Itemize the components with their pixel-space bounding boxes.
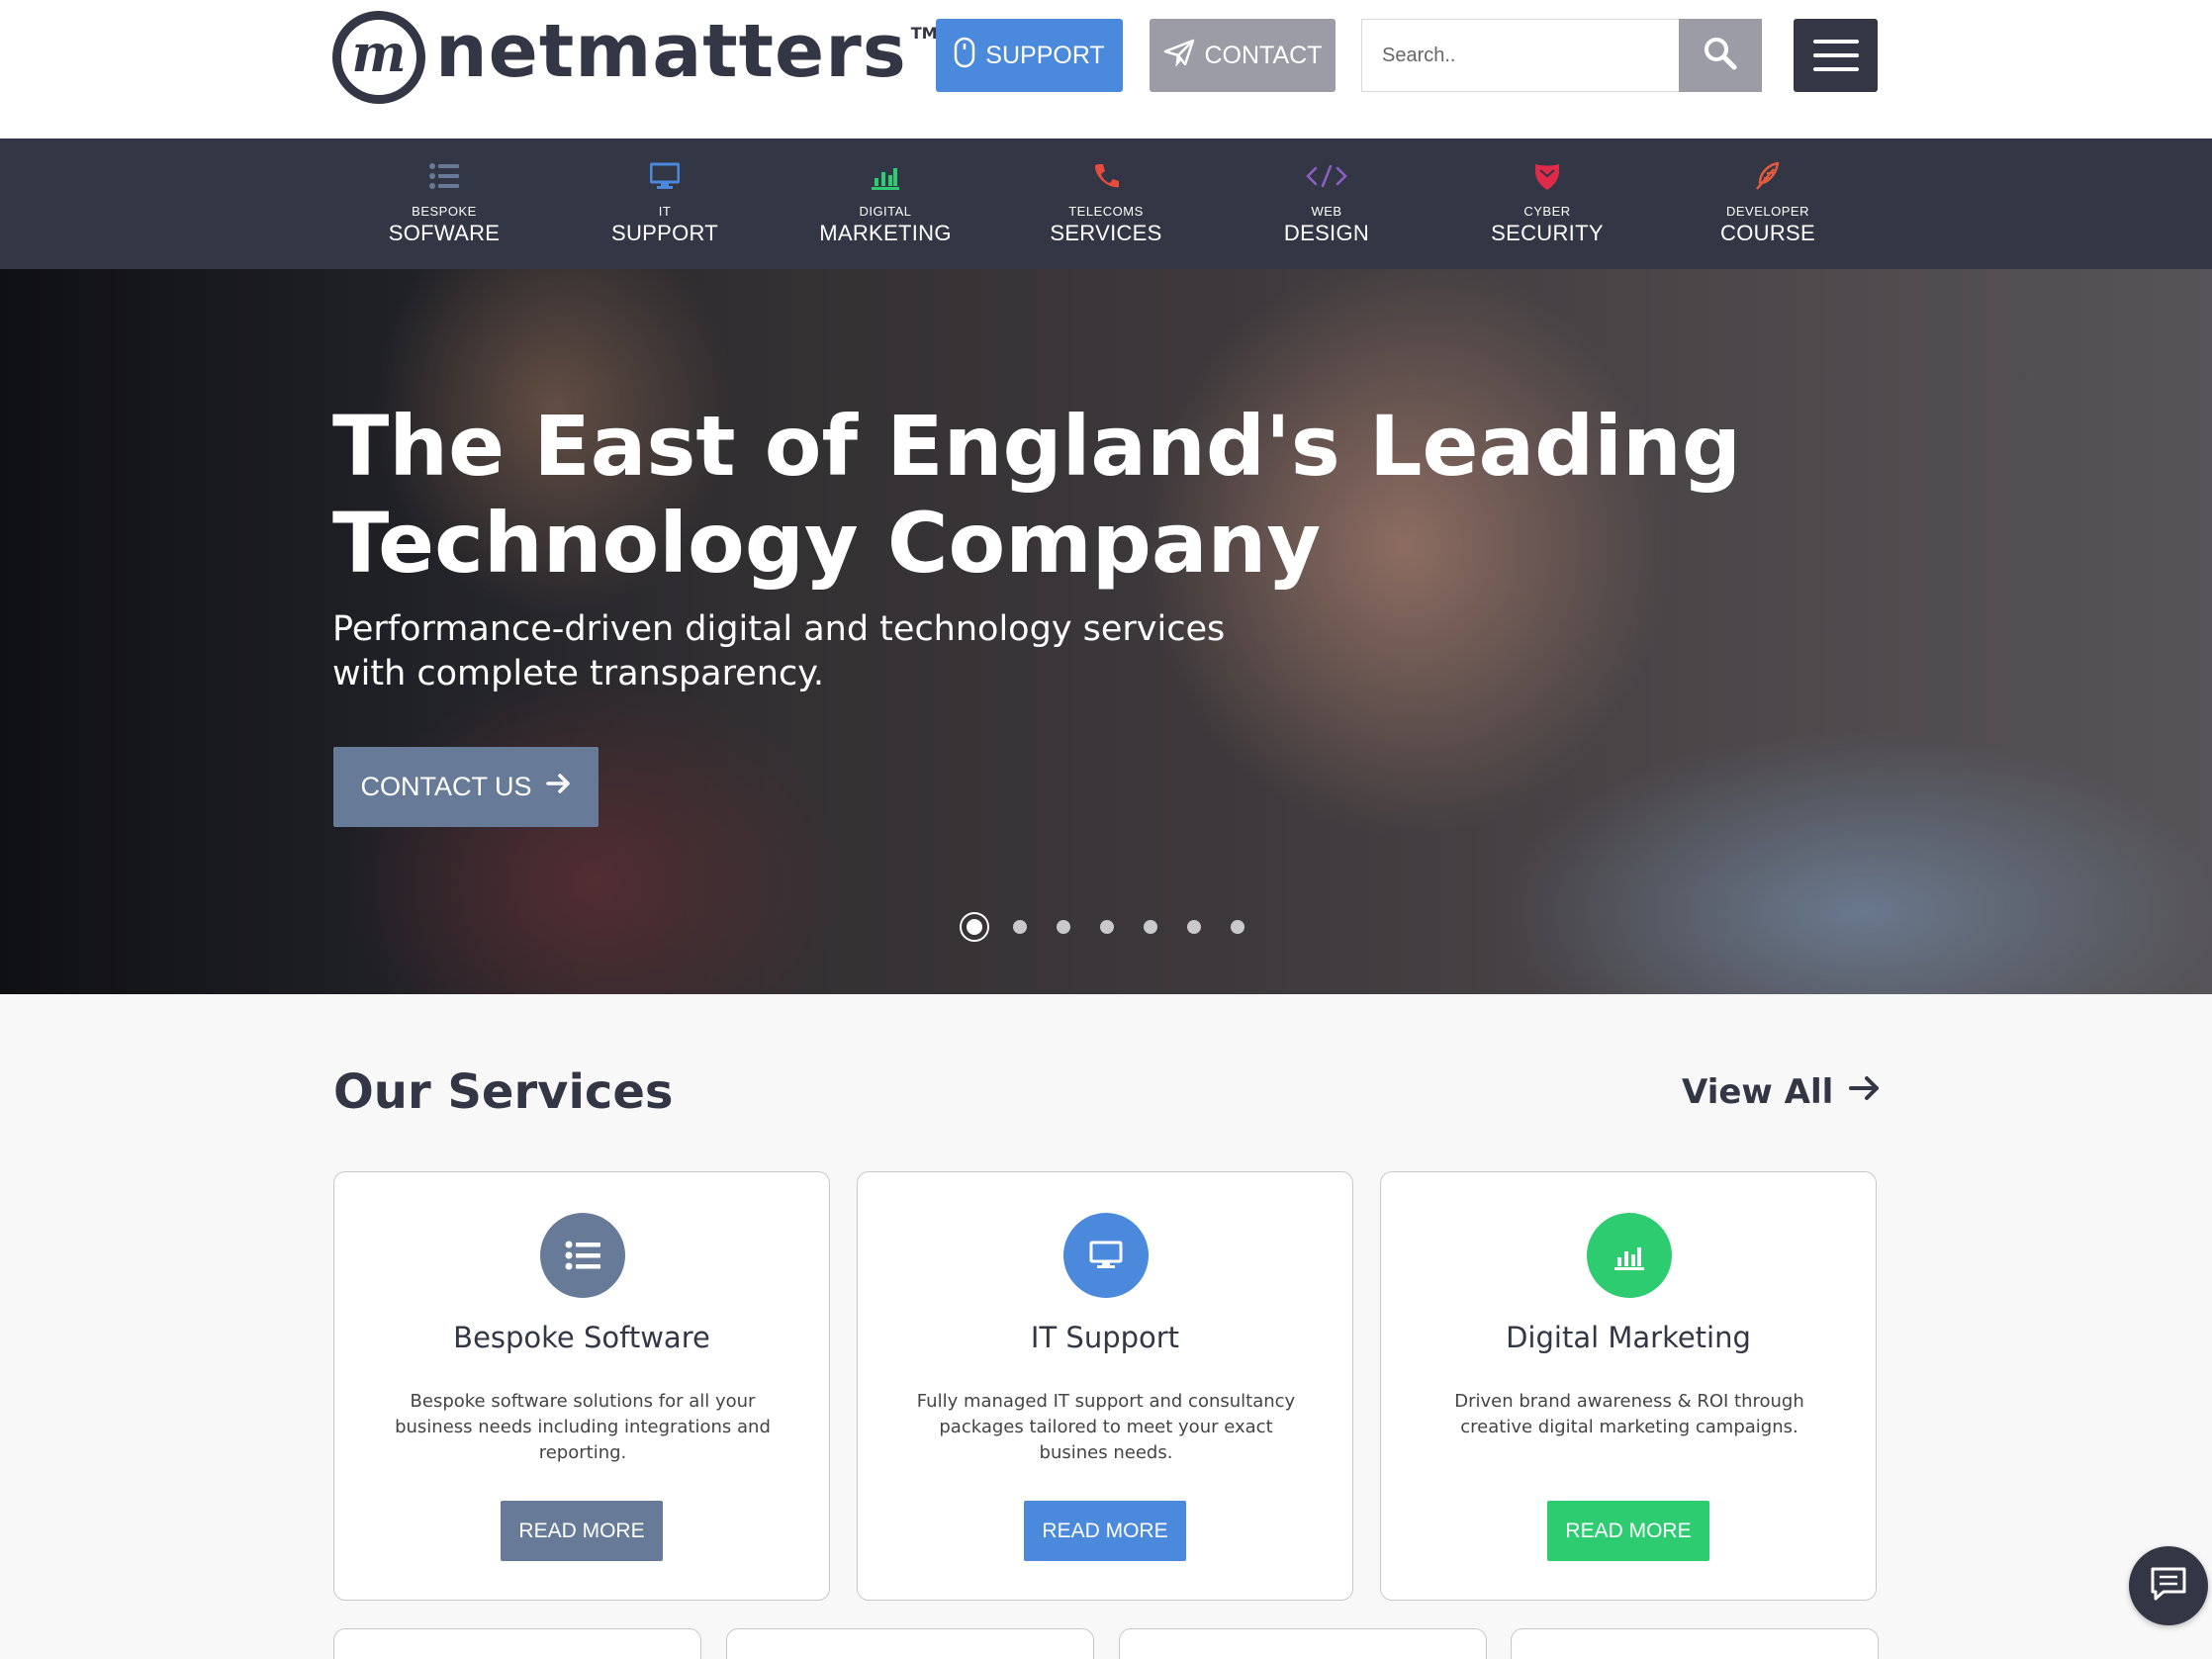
desktop-icon — [1063, 1213, 1149, 1298]
nav-item-telecoms-services[interactable]: TELECOMS SERVICES — [1007, 158, 1205, 246]
view-all-link[interactable]: View All — [1682, 1072, 1881, 1112]
support-button[interactable]: SUPPORT — [936, 19, 1123, 92]
list-icon — [429, 158, 459, 194]
contact-us-button[interactable]: CONTACT US — [333, 747, 599, 827]
service-card-bespoke-software: Bespoke Software Bespoke software soluti… — [333, 1171, 830, 1601]
card-description: Bespoke software solutions for all your … — [395, 1391, 771, 1463]
contact-button[interactable]: CONTACT — [1150, 19, 1336, 92]
logo-trademark: TM — [910, 24, 938, 43]
hero-banner: The East of England's Leading Technology… — [0, 269, 2212, 994]
chat-icon — [2150, 1566, 2187, 1606]
logo-wordmark: netmatters — [435, 9, 907, 94]
nav-big-label: DESIGN — [1283, 221, 1370, 245]
search-button[interactable] — [1679, 19, 1762, 92]
site-header: m netmatters TM SUPPORT CONTACT — [0, 0, 2212, 138]
contact-us-label: CONTACT US — [360, 772, 532, 801]
service-card — [1119, 1628, 1487, 1659]
logo-mark: m — [332, 11, 425, 104]
services-nav: BESPOKE SOFWARE IT SUPPORT DIGITAL MARKE… — [0, 138, 2212, 269]
card-title: IT Support — [1030, 1321, 1180, 1354]
phone-icon — [1092, 158, 1120, 194]
nav-big-label: COURSE — [1720, 221, 1815, 245]
nav-item-web-design[interactable]: WEB DESIGN — [1228, 158, 1426, 246]
nav-big-label: SECURITY — [1491, 221, 1604, 245]
nav-item-bespoke-software[interactable]: BESPOKE SOFWARE — [345, 158, 543, 246]
mouse-icon — [954, 37, 975, 75]
slider-dots — [960, 912, 1274, 942]
nav-item-digital-marketing[interactable]: DIGITAL MARKETING — [786, 158, 984, 246]
read-more-button[interactable]: READ MORE — [501, 1501, 663, 1561]
hero-title: The East of England's Leading Technology… — [332, 398, 1816, 592]
hero-title-line-1: The East of England's Leading — [332, 398, 1741, 495]
search-input[interactable] — [1361, 19, 1679, 92]
nav-small-label: DEVELOPER — [1726, 204, 1809, 219]
arrow-right-icon — [1849, 1072, 1881, 1112]
netmatters-logo[interactable]: m netmatters TM — [332, 8, 938, 107]
arrow-right-icon — [545, 772, 572, 802]
list-icon — [540, 1213, 625, 1298]
nav-small-label: IT — [658, 204, 672, 219]
desktop-icon — [650, 158, 680, 194]
card-description: Driven brand awareness & ROI through cre… — [1454, 1391, 1804, 1437]
nav-small-label: BESPOKE — [412, 204, 477, 219]
service-card-it-support: IT Support Fully managed IT support and … — [857, 1171, 1353, 1601]
nav-small-label: WEB — [1311, 204, 1342, 219]
service-card — [1511, 1628, 1879, 1659]
nav-big-label: SUPPORT — [610, 221, 719, 245]
slider-dot[interactable] — [1057, 920, 1070, 934]
search-form — [1361, 19, 1762, 92]
read-more-button[interactable]: READ MORE — [1547, 1501, 1709, 1561]
chat-button[interactable] — [2129, 1546, 2208, 1625]
card-description: Fully managed IT support and consultancy… — [916, 1391, 1296, 1463]
nav-item-cyber-security[interactable]: CYBER SECURITY — [1448, 158, 1646, 246]
slider-dot[interactable] — [960, 912, 989, 942]
search-icon — [1704, 37, 1737, 74]
hamburger-menu-icon — [1812, 40, 1859, 44]
slider-dot[interactable] — [1231, 920, 1244, 934]
slider-dot[interactable] — [1144, 920, 1157, 934]
hero-subtitle-line-2: with complete transparency. — [332, 654, 825, 693]
hamburger-menu-button[interactable] — [1794, 19, 1878, 92]
contact-label: CONTACT — [1204, 41, 1323, 69]
slider-dot[interactable] — [1100, 920, 1114, 934]
nav-small-label: DIGITAL — [859, 204, 912, 219]
card-title: Digital Marketing — [1506, 1321, 1751, 1354]
support-label: SUPPORT — [985, 41, 1105, 69]
nav-big-label: MARKETING — [819, 221, 952, 245]
paper-plane-icon — [1163, 39, 1195, 73]
shield-icon — [1534, 158, 1560, 194]
read-more-button[interactable]: READ MORE — [1024, 1501, 1186, 1561]
nav-big-label: SERVICES — [1050, 221, 1162, 245]
services-title: Our Services — [333, 1064, 674, 1120]
hero-subtitle: Performance-driven digital and technolog… — [332, 607, 1322, 696]
nav-small-label: CYBER — [1523, 204, 1571, 219]
card-title: Bespoke Software — [453, 1321, 710, 1354]
nav-big-label: SOFWARE — [388, 221, 501, 245]
hero-subtitle-line-1: Performance-driven digital and technolog… — [332, 609, 1226, 649]
hero-title-line-2: Technology Company — [332, 495, 1322, 592]
nav-item-it-support[interactable]: IT SUPPORT — [566, 158, 764, 246]
slider-dot[interactable] — [1013, 920, 1027, 934]
service-card — [726, 1628, 1094, 1659]
service-card — [333, 1628, 701, 1659]
feather-icon — [1754, 158, 1782, 194]
service-card-digital-marketing: Digital Marketing Driven brand awareness… — [1380, 1171, 1877, 1601]
view-all-label: View All — [1682, 1072, 1834, 1112]
bar-chart-icon — [1587, 1213, 1672, 1298]
slider-dot[interactable] — [1187, 920, 1201, 934]
bar-chart-icon — [872, 158, 899, 194]
code-icon — [1305, 158, 1348, 194]
nav-item-developer-course[interactable]: DEVELOPER COURSE — [1669, 158, 1867, 246]
nav-small-label: TELECOMS — [1068, 204, 1144, 219]
